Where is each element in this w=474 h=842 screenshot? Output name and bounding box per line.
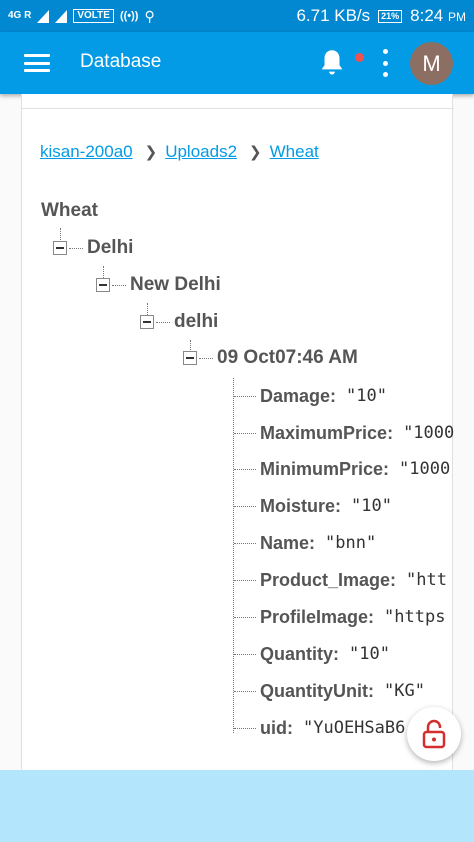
battery-icon: 21% [378, 9, 403, 23]
clock: 8:24 PM [410, 6, 466, 26]
field-key: QuantityUnit [260, 680, 368, 701]
field-row[interactable]: ProfileImage: "https [234, 604, 445, 630]
tree-root-label: Wheat [41, 200, 98, 221]
hotspot-icon: ((•)) [119, 10, 139, 22]
notification-dot [355, 53, 364, 62]
more-vert-icon[interactable] [381, 49, 389, 77]
field-value: "YuOEHSaB6 [303, 718, 406, 738]
field-key: Damage [260, 385, 331, 406]
status-bar: 4G R VOLTE ((•)) ⚲ 6.71 KB/s 21% 8:24 PM [0, 0, 474, 32]
status-right: 6.71 KB/s 21% 8:24 PM [296, 5, 466, 27]
field-key: MinimumPrice [260, 458, 384, 479]
field-value: "https [384, 607, 446, 627]
field-key: MaximumPrice [260, 422, 388, 443]
volte-badge: VOLTE [73, 9, 114, 23]
data-speed: 6.71 KB/s [296, 6, 371, 25]
app-bar: Database M [0, 32, 474, 94]
clock-ampm: PM [448, 10, 466, 24]
bottom-panel [0, 770, 474, 842]
bell-icon[interactable] [318, 48, 346, 78]
field-value: "1000 [403, 423, 454, 443]
network-type: 4G R [8, 10, 32, 21]
field-key: uid [260, 717, 287, 738]
field-row[interactable]: Damage: "10" [234, 383, 387, 409]
tree-node-label: 09 Oct07:46 AM [217, 347, 358, 368]
collapse-icon[interactable] [53, 241, 67, 255]
field-value: "10" [346, 386, 387, 406]
field-value: "1000 [399, 459, 451, 479]
field-row[interactable]: MinimumPrice: "1000 [234, 456, 450, 482]
status-left: 4G R VOLTE ((•)) ⚲ [8, 5, 155, 27]
field-value: "htt [406, 570, 447, 590]
tree-node-delhi[interactable]: Delhi [53, 235, 133, 261]
menu-icon[interactable] [24, 54, 50, 72]
field-row[interactable]: QuantityUnit: "KG" [234, 678, 425, 704]
field-value: "10" [351, 496, 392, 516]
signal-icon-2 [55, 9, 68, 23]
field-key: ProfileImage [260, 606, 369, 627]
avatar[interactable]: M [410, 42, 453, 85]
signal-icon [37, 9, 50, 23]
tree-node-label: New Delhi [130, 274, 221, 295]
tree-node-timestamp[interactable]: 09 Oct07:46 AM [183, 345, 358, 371]
usb-icon: ⚲ [144, 7, 155, 24]
field-row[interactable]: Name: "bnn" [234, 530, 376, 556]
collapse-icon[interactable] [140, 315, 154, 329]
field-value: "10" [349, 644, 390, 664]
tree-node-label: Delhi [87, 237, 134, 258]
collapse-icon[interactable] [96, 278, 110, 292]
tree-node-new-delhi[interactable]: New Delhi [96, 272, 221, 298]
field-row[interactable]: Product_Image: "htt [234, 567, 447, 593]
collapse-icon[interactable] [183, 351, 197, 365]
data-tree: Wheat Delhi New Delhi delhi 09 Oct07:46 … [22, 94, 454, 770]
field-value: "bnn" [325, 533, 377, 553]
lock-open-icon [422, 719, 446, 749]
database-card: kisan-200a0 ❯ Uploads2 ❯ Wheat Wheat Del… [21, 94, 454, 770]
field-key: Quantity [260, 643, 334, 664]
field-key: Moisture [260, 495, 336, 516]
field-row[interactable]: MaximumPrice: "1000 [234, 420, 454, 446]
tree-node-delhi-lower[interactable]: delhi [140, 309, 218, 335]
field-key: Name [260, 532, 310, 553]
field-key: Product_Image [260, 569, 391, 590]
field-row[interactable]: Quantity: "10" [234, 641, 390, 667]
field-value: "KG" [384, 681, 425, 701]
clock-time: 8:24 [410, 6, 444, 25]
lock-button[interactable] [407, 707, 461, 761]
page-title: Database [80, 51, 162, 72]
field-row[interactable]: Moisture: "10" [234, 493, 392, 519]
field-row[interactable]: uid: "YuOEHSaB6 [234, 715, 405, 741]
tree-node-label: delhi [174, 311, 219, 332]
